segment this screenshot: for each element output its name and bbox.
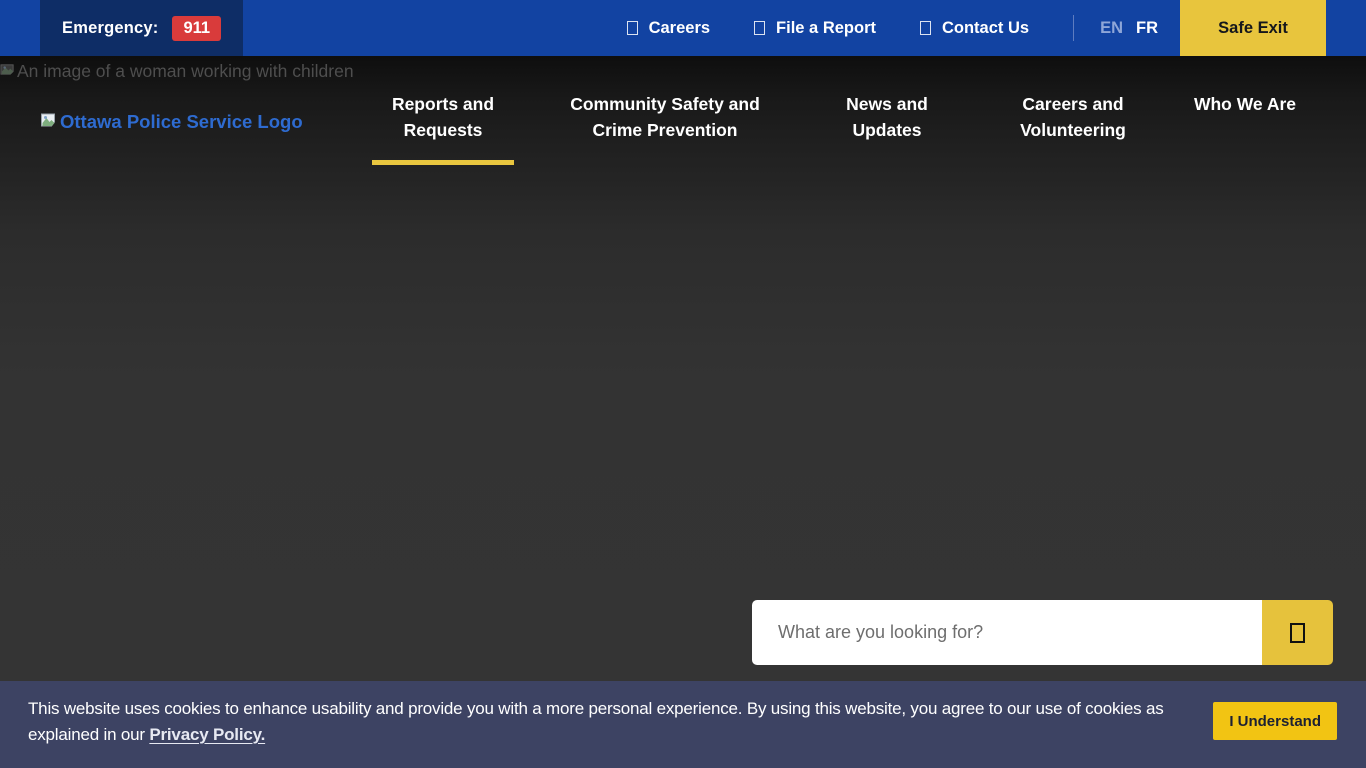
search-input[interactable] (752, 600, 1262, 665)
safe-exit-button[interactable]: Safe Exit (1180, 0, 1326, 56)
language-divider (1073, 15, 1074, 41)
search-submit-button[interactable] (1262, 600, 1333, 665)
file-a-report-link[interactable]: File a Report (754, 19, 876, 38)
main-navigation: Reports and Requests Community Safety an… (0, 91, 1366, 221)
contact-us-link-label: Contact Us (942, 19, 1029, 38)
emergency-911-badge: 911 (172, 16, 221, 41)
broken-image-icon (0, 61, 15, 82)
active-nav-underline (372, 160, 514, 165)
careers-link[interactable]: Careers (627, 19, 710, 38)
nav-item-label: Community Safety and Crime Prevention (570, 94, 760, 140)
site-search (752, 600, 1333, 665)
nav-item-reports-and-requests[interactable]: Reports and Requests (372, 91, 514, 143)
emergency-panel: Emergency: 911 (40, 0, 243, 56)
emergency-label: Emergency: (62, 19, 158, 38)
contact-us-icon (920, 21, 931, 35)
top-utility-bar: Emergency: 911 Careers File a Report Con… (0, 0, 1366, 56)
nav-item-label: Careers and Volunteering (1020, 94, 1126, 140)
hero-section: An image of a woman working with childre… (0, 56, 1366, 768)
hero-alt-text: An image of a woman working with childre… (17, 61, 354, 82)
careers-link-label: Careers (649, 19, 710, 38)
topbar-links: Careers File a Report Contact Us EN FR S… (627, 0, 1366, 56)
careers-icon (627, 21, 638, 35)
nav-item-label: Who We Are (1194, 94, 1296, 114)
privacy-policy-link[interactable]: Privacy Policy. (149, 725, 265, 744)
nav-item-news-and-updates[interactable]: News and Updates (835, 91, 939, 143)
contact-us-link[interactable]: Contact Us (920, 19, 1029, 38)
cookie-consent-banner: This website uses cookies to enhance usa… (0, 681, 1366, 768)
cookie-message: This website uses cookies to enhance usa… (28, 696, 1208, 748)
file-a-report-icon (754, 21, 765, 35)
search-icon (1290, 623, 1305, 643)
hero-broken-image-alt: An image of a woman working with childre… (0, 61, 354, 82)
language-toggle-fr[interactable]: FR (1136, 19, 1158, 38)
cookie-accept-button[interactable]: I Understand (1213, 702, 1337, 740)
nav-item-label: Reports and Requests (392, 94, 494, 140)
nav-item-community-safety[interactable]: Community Safety and Crime Prevention (558, 91, 772, 143)
nav-item-careers-and-volunteering[interactable]: Careers and Volunteering (1011, 91, 1135, 143)
nav-item-who-we-are[interactable]: Who We Are (1185, 91, 1305, 117)
file-a-report-link-label: File a Report (776, 19, 876, 38)
language-toggle-en: EN (1100, 19, 1123, 38)
nav-item-label: News and Updates (846, 94, 928, 140)
